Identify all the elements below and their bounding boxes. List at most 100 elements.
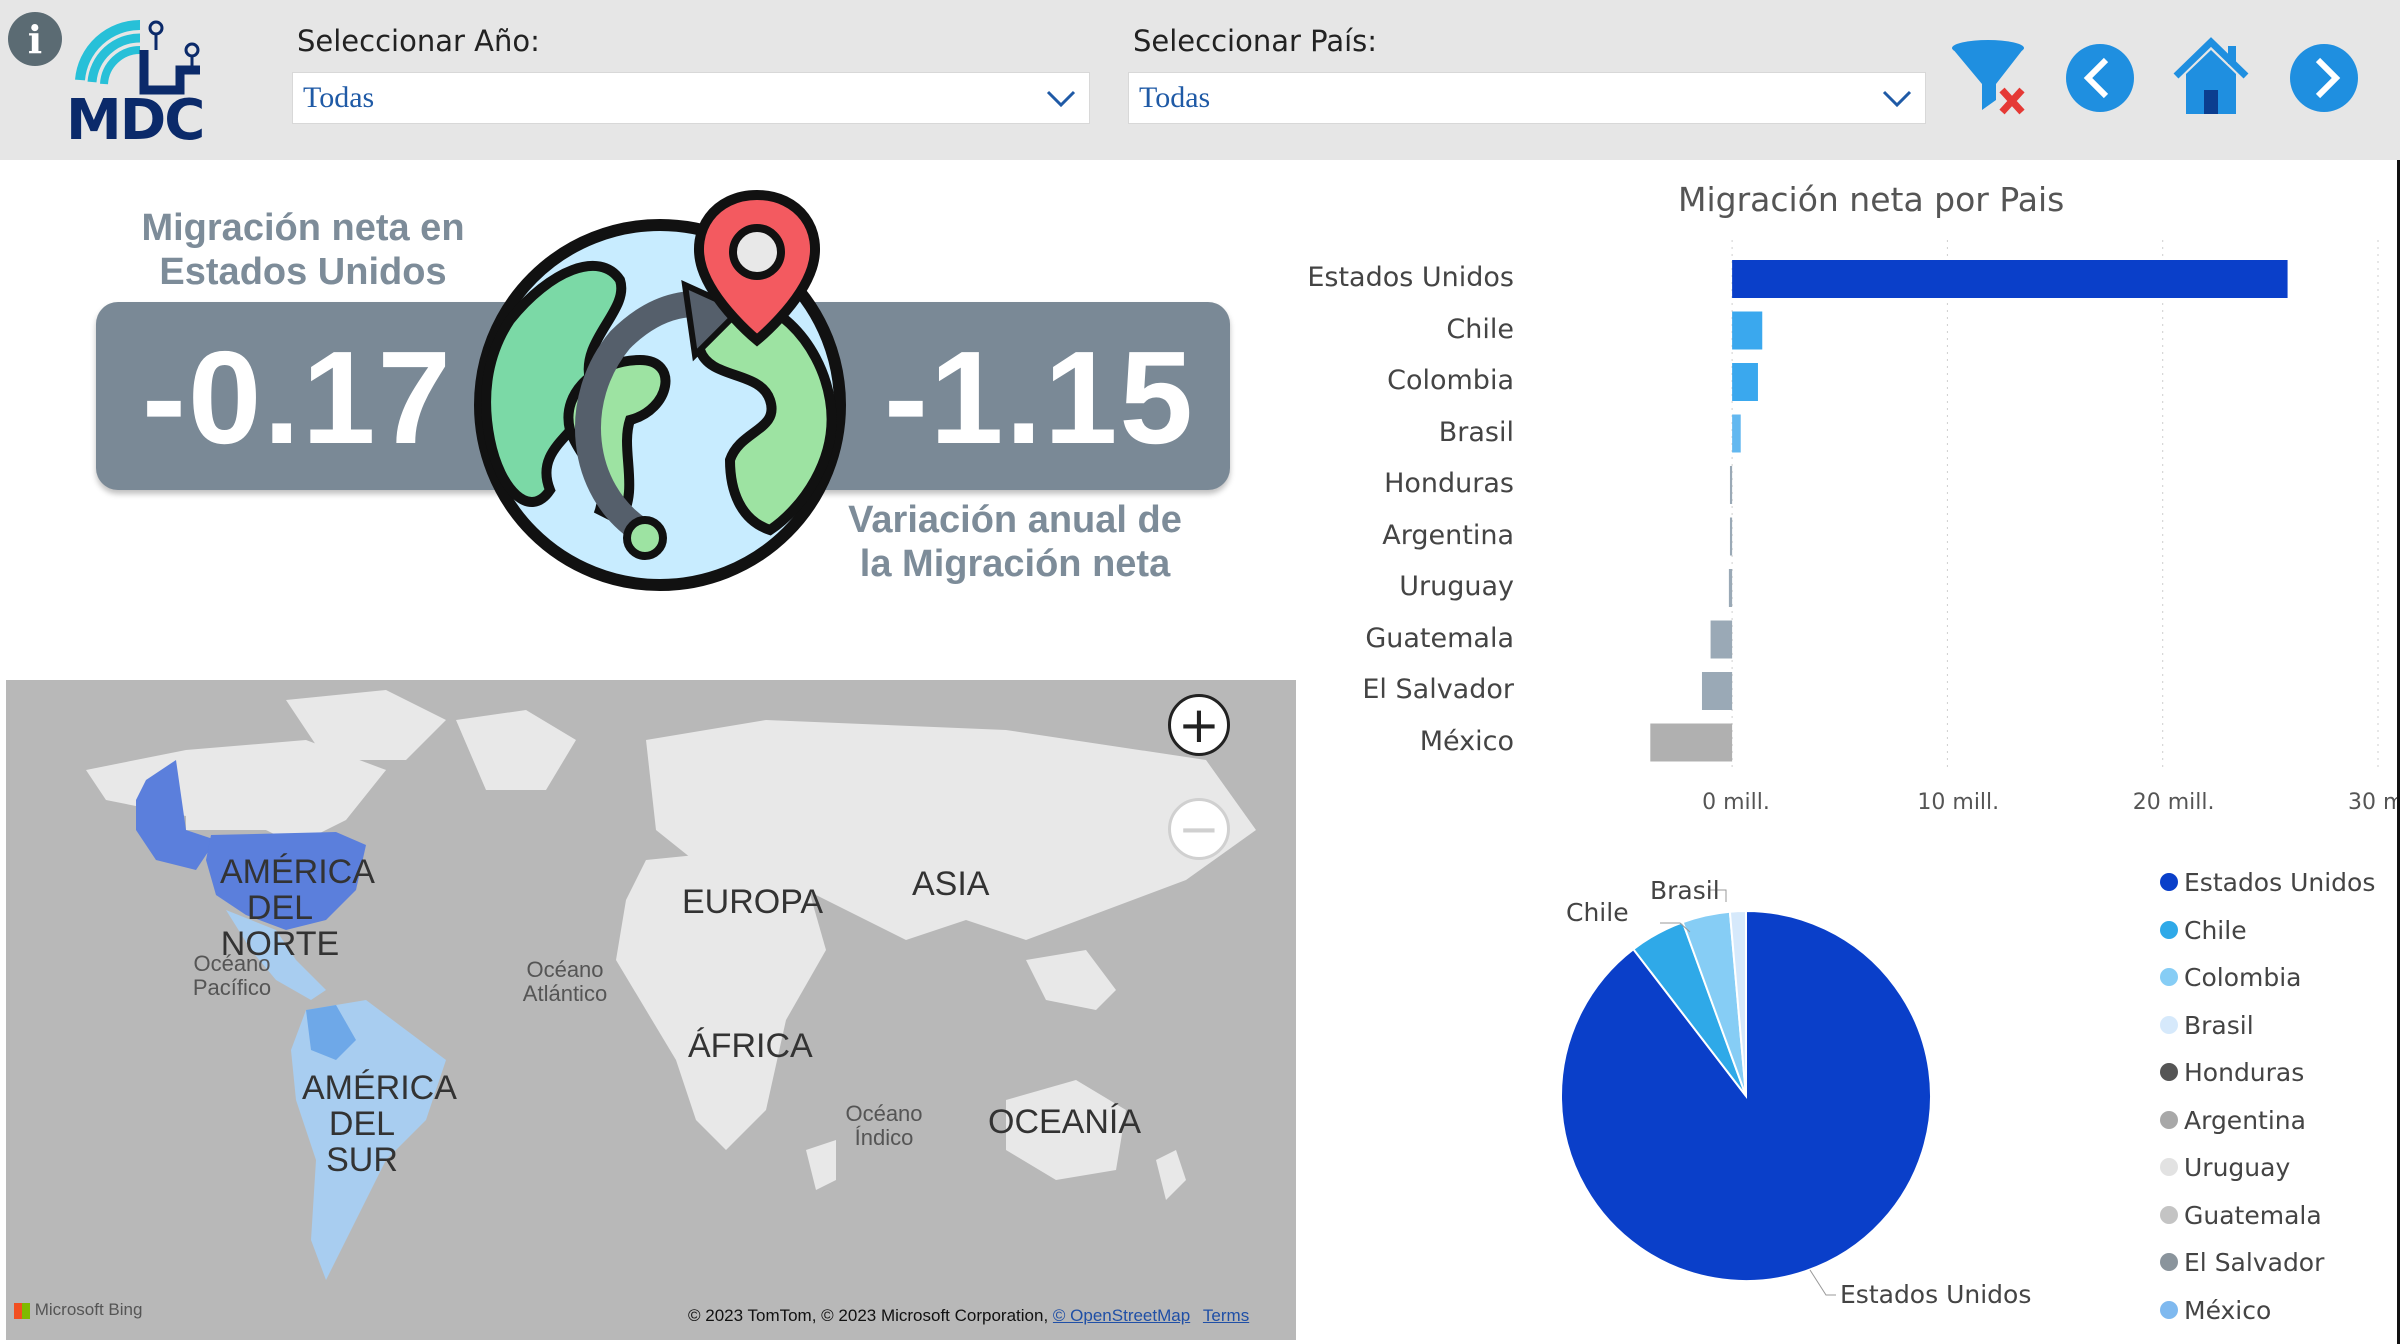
map-label-line: SUR (326, 1141, 398, 1179)
home-icon[interactable] (2170, 36, 2252, 118)
country-slicer-value: Todas (1139, 81, 1211, 114)
legend-marker (2160, 1253, 2178, 1271)
bar-guatemala[interactable] (1710, 620, 1733, 659)
bar-colombia[interactable] (1732, 363, 1758, 401)
bar-axis-tick: 10 mill. (1917, 790, 2000, 815)
legend-label: Argentina (2184, 1105, 2306, 1135)
bar-category-label: Argentina (1382, 519, 1514, 551)
country-slicer-label: Seleccionar País: (1133, 24, 1378, 58)
map-attribution: © 2023 TomTom, © 2023 Microsoft Corporat… (688, 1306, 1249, 1326)
legend-item[interactable]: Argentina (2160, 1106, 2306, 1135)
terms-link[interactable]: Terms (1203, 1306, 1249, 1325)
map-ocean-indian: Océano Índico (834, 1102, 934, 1150)
bar-axis-tick: 0 mill. (1702, 790, 1770, 815)
chevron-down-icon (1882, 90, 1912, 108)
world-map[interactable]: AMÉRICA DEL NORTE EUROPA ASIA ÁFRICA AMÉ… (6, 680, 1296, 1340)
legend-item[interactable]: Honduras (2160, 1058, 2304, 1087)
openstreetmap-link[interactable]: © OpenStreetMap (1053, 1306, 1190, 1325)
bar-estados-unidos[interactable] (1732, 260, 2288, 298)
map-ocean-atlantic: Océano Atlántico (510, 958, 620, 1006)
year-slicer-value: Todas (303, 81, 375, 114)
bar-category-label: Chile (1446, 313, 1514, 345)
pie-label-chile: Chile (1566, 898, 1629, 927)
back-icon[interactable] (2064, 42, 2136, 114)
info-icon[interactable]: i (8, 12, 62, 66)
legend-label: Colombia (2184, 963, 2302, 992)
bar-category-label: México (1419, 725, 1514, 757)
legend-item[interactable]: Chile (2160, 916, 2247, 945)
microsoft-logo-icon (14, 1302, 30, 1319)
bing-text: Microsoft Bing (34, 1300, 143, 1319)
map-label-line: AMÉRICA (220, 853, 375, 891)
legend-label: Estados Unidos (2184, 868, 2376, 897)
map-ocean-line: Pacífico (192, 975, 272, 1000)
bar-el-salvador[interactable] (1701, 672, 1733, 710)
legend-item[interactable]: Estados Unidos (2160, 868, 2375, 897)
bar-chile[interactable] (1732, 311, 1763, 350)
globe-migration-icon (474, 190, 846, 591)
map-ocean-pacific: Océano Pacífico (182, 952, 282, 1000)
bar-category-label: Honduras (1384, 468, 1514, 499)
legend-marker (2160, 968, 2178, 986)
legend-item[interactable]: El Salvador (2160, 1248, 2324, 1277)
zoom-out-button[interactable]: − (1168, 798, 1230, 860)
bar-category-label: Uruguay (1399, 571, 1514, 602)
chevron-down-icon (1046, 90, 1076, 108)
legend-label: Honduras (2184, 1058, 2305, 1087)
bar-axis-tick: 20 mill. (2132, 790, 2215, 815)
map-ocean-line: Océano (845, 1101, 923, 1126)
legend-item[interactable]: Brasil (2160, 1011, 2254, 1040)
map-label-line: DEL (328, 1105, 396, 1143)
bar-category-label: Estados Unidos (1307, 262, 1514, 293)
legend-marker (2160, 1015, 2178, 1034)
map-ocean-line: Océano (193, 951, 271, 976)
pie-leader-line (1809, 1269, 1836, 1296)
year-slicer[interactable]: Todas (292, 72, 1090, 124)
bar-category-label: Colombia (1387, 365, 1514, 396)
bar-uruguay[interactable] (1728, 569, 1733, 607)
map-ocean-line: Índico (854, 1125, 914, 1150)
map-label-line: DEL (246, 889, 314, 927)
legend-marker (2160, 1110, 2178, 1129)
bar-honduras[interactable] (1729, 466, 1733, 504)
bing-logo: Microsoft Bing (14, 1300, 142, 1320)
zoom-in-button[interactable]: + (1168, 694, 1230, 756)
bar-chart-title: Migración neta por Pais (1678, 180, 2065, 219)
bar-méxico[interactable] (1650, 723, 1733, 762)
kpi-title: Migración neta en Estados Unidos (120, 206, 486, 294)
map-land-shapes (6, 680, 1296, 1340)
bar-axis-tick: 30 mill. (2348, 790, 2400, 815)
year-slicer-label: Seleccionar Año: (297, 24, 540, 58)
legend-marker (2160, 1300, 2178, 1319)
logo-text: MDC (66, 88, 205, 153)
legend-item[interactable]: Guatemala (2160, 1201, 2322, 1230)
country-slicer[interactable]: Todas (1128, 72, 1926, 124)
legend-item[interactable]: Uruguay (2160, 1153, 2290, 1182)
legend-label: El Salvador (2184, 1248, 2325, 1277)
clear-filter-icon[interactable] (1950, 38, 2030, 118)
legend-item[interactable]: México (2160, 1296, 2271, 1325)
map-label-europe: EUROPA (682, 883, 824, 921)
bar-category-label: Guatemala (1365, 622, 1514, 654)
bar-argentina[interactable] (1729, 517, 1733, 556)
map-attribution-text: © 2023 TomTom, © 2023 Microsoft Corporat… (688, 1306, 1049, 1325)
kpi-title-line1: Migración neta en (141, 207, 465, 249)
legend-marker (2160, 1063, 2178, 1081)
kpi-variation-line2: la Migración neta (859, 543, 1171, 585)
map-label-line: AMÉRICA (302, 1069, 457, 1107)
map-label-north-america: AMÉRICA DEL NORTE (220, 853, 375, 962)
forward-icon[interactable] (2288, 42, 2360, 114)
map-label-africa: ÁFRICA (688, 1027, 813, 1065)
map-label-oceania: OCEANÍA (988, 1103, 1142, 1141)
pie-chart (1560, 889, 1932, 1296)
kpi-title-line2: Estados Unidos (159, 251, 447, 293)
pie-label-brasil: Brasil (1650, 876, 1720, 905)
legend-label: Brasil (2184, 1010, 2254, 1040)
map-ocean-line: Océano (526, 957, 604, 982)
bar-brasil[interactable] (1732, 414, 1741, 453)
pie-label-estados-unidos: Estados Unidos (1840, 1280, 2032, 1309)
bar-category-label: Brasil (1438, 416, 1514, 448)
kpi-variation-value: -1.15 (884, 324, 1195, 471)
legend-item[interactable]: Colombia (2160, 963, 2301, 992)
top-bar: i MDC Seleccionar Año: Todas Seleccionar… (0, 0, 2400, 160)
